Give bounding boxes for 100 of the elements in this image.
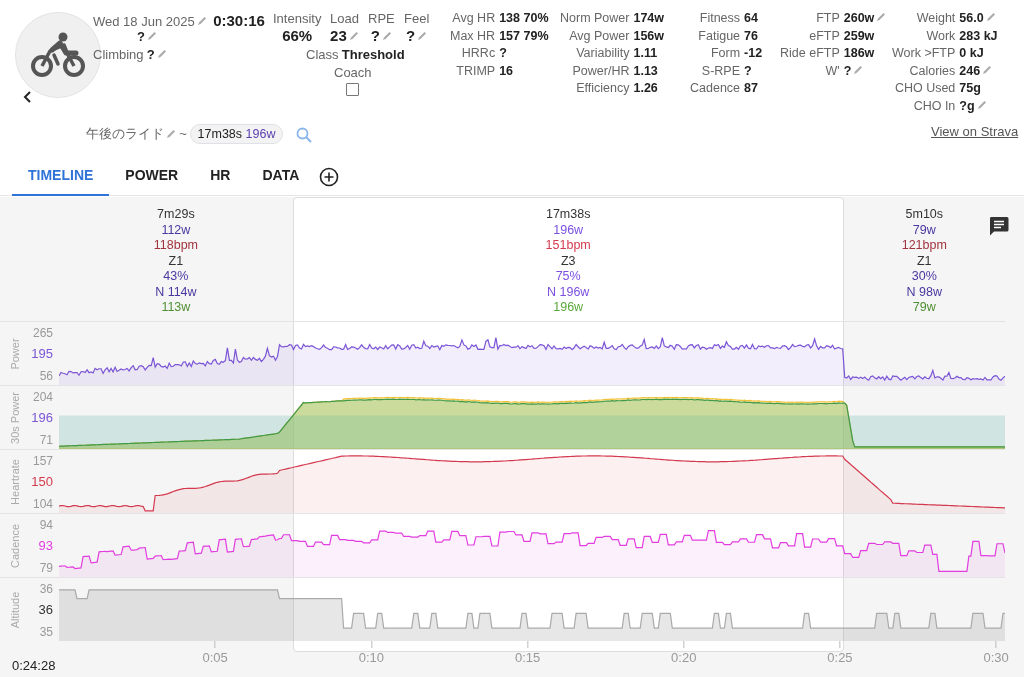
time-axis-tick: 0:15 [514, 649, 541, 667]
interval-heartrate: 121bpm [901, 238, 947, 254]
interval-chip[interactable]: 17m38s 196w [190, 124, 283, 144]
stat-value: 0 kJ [959, 45, 984, 62]
climbing-value: ? [146, 46, 155, 64]
cyclist-icon [30, 31, 86, 79]
stat-label: Max HR [450, 27, 496, 45]
pencil-icon[interactable] [166, 129, 176, 139]
stat-label: Norm Power [560, 10, 630, 27]
stat-value: 56.0 [959, 10, 984, 27]
stat-value: ? [744, 62, 752, 80]
interval-heartrate: 151bpm [545, 238, 591, 254]
metric-value: 66% [282, 27, 313, 44]
pencil-icon[interactable] [146, 31, 157, 41]
stat-label: eFTP [808, 27, 840, 45]
metric-label: Load [330, 10, 359, 27]
interval-percent: 30% [911, 269, 937, 285]
tab[interactable]: TIMELINE [12, 157, 110, 196]
pencil-icon[interactable] [196, 16, 207, 26]
stat-value: 138 70% [499, 10, 549, 27]
stat-label: Weight [915, 10, 956, 27]
pencil-icon[interactable] [982, 64, 993, 75]
axis-tick: 150 [31, 475, 53, 489]
pencil-icon[interactable] [853, 64, 864, 75]
stat-label: CHO In [912, 97, 956, 115]
axis-tick: 71 [39, 433, 53, 447]
stat-value: 246 [959, 62, 981, 80]
metric-value: ? [370, 27, 380, 44]
activity-date: Wed 18 Jun 2025 [93, 13, 195, 31]
activity-duration: 0:30:16 [213, 11, 265, 31]
time-axis-tick: 0:30 [983, 649, 1009, 667]
interval-heartrate: 118bpm [153, 238, 198, 254]
tab[interactable]: HR [194, 157, 247, 196]
stat-label: CHO Used [893, 80, 956, 97]
add-tab-button[interactable] [318, 166, 339, 187]
tilde-separator: ~ [179, 125, 187, 144]
interval-duration: 5m10s [905, 207, 944, 223]
pencil-icon[interactable] [156, 49, 167, 59]
comment-button[interactable] [988, 215, 1010, 237]
stat-value: 75g [959, 80, 981, 97]
axis-tick: 36 [38, 603, 53, 617]
interval-norm-power: N 114w [155, 284, 197, 300]
chevron-left-icon [22, 88, 34, 105]
metric-label: RPE [368, 10, 395, 27]
time-axis-tick: 0:20 [671, 649, 697, 667]
stat-value: 259w [843, 27, 875, 45]
stat-value: 186w [843, 45, 875, 62]
search-icon [295, 126, 312, 143]
stat-label: Efficiency [575, 80, 630, 97]
interval-zone: Z3 [560, 253, 576, 269]
pencil-icon[interactable] [976, 99, 987, 110]
axis-tick: 56 [39, 369, 53, 383]
axis-tick: 157 [32, 454, 53, 468]
stat-label: S-RPE [700, 62, 741, 80]
stat-value: 283 kJ [959, 27, 998, 45]
time-axis-tick: 0:10 [358, 649, 385, 667]
pencil-icon[interactable] [381, 31, 392, 41]
stat-value: ?g [959, 97, 975, 115]
pencil-icon[interactable] [417, 31, 428, 41]
interval-norm-power: N 98w [906, 284, 942, 300]
stat-label: HRRc [460, 45, 496, 62]
stat-value: 156w [633, 27, 665, 45]
axis-tick: 35 [39, 625, 53, 639]
time-axis-tick: 0:25 [827, 649, 853, 667]
coach-checkbox[interactable] [346, 82, 360, 96]
activity-name: 午後のライド [86, 125, 164, 144]
stat-value: 16 [499, 62, 514, 80]
interval-percent: 43% [163, 269, 189, 285]
axis-tick: 104 [32, 497, 53, 511]
class-label: Class [306, 46, 339, 64]
stat-label: FTP [815, 10, 840, 27]
stat-value: 1.26 [633, 80, 658, 97]
metric-label: Intensity [273, 10, 322, 27]
pencil-icon[interactable] [985, 12, 996, 22]
stat-value: 87 [744, 80, 758, 97]
tab[interactable]: DATA [246, 157, 316, 196]
panel-label: Altitude [7, 591, 22, 628]
axis-tick: 195 [31, 347, 53, 361]
interval-duration: 17m38s [545, 207, 591, 223]
time-axis-tick: 0:05 [202, 649, 228, 667]
pencil-icon[interactable] [876, 12, 887, 22]
axis-tick: 36 [39, 582, 53, 596]
stat-value: 1.11 [633, 45, 658, 62]
stat-value: -12 [744, 45, 763, 62]
strava-link[interactable]: View on Strava [931, 122, 1019, 142]
interval-norm-power: N 196w [547, 284, 590, 300]
stat-label: Ride eFTP [780, 45, 840, 62]
axis-tick: 196 [31, 411, 53, 425]
stat-label: Avg HR [451, 10, 496, 27]
stat-label: Power/HR [571, 62, 630, 80]
stat-value: 1.13 [633, 62, 658, 80]
panel-label: Cadence [7, 523, 22, 568]
stat-label: TRIMP [455, 62, 496, 80]
selected-interval-highlight[interactable] [292, 197, 844, 652]
stat-value: 64 [744, 10, 758, 27]
stat-value: 76 [744, 27, 758, 45]
interval-30s-power: 196w [553, 300, 584, 316]
tab[interactable]: POWER [109, 157, 195, 196]
stat-value: 260w [843, 10, 875, 27]
pencil-icon[interactable] [348, 31, 359, 41]
